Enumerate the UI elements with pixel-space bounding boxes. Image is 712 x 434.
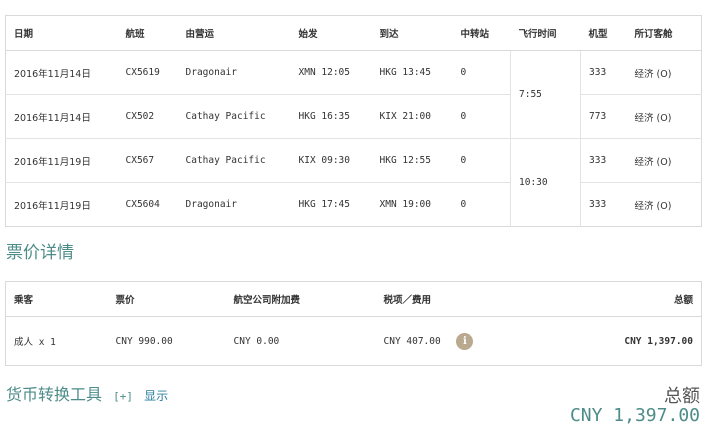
table-row: 成人 x 1 CNY 990.00 CNY 0.00 CNY 407.00 i … bbox=[6, 317, 702, 366]
flight-date: 2016年11月19日 bbox=[5, 138, 118, 183]
flight-operator: Dragonair bbox=[177, 182, 291, 227]
flight-summary-page: 日期 航班 由营运 始发 到达 中转站 飞行时间 机型 所订客舱 2016年11… bbox=[0, 0, 712, 434]
currency-converter-show-link[interactable]: 显示 bbox=[144, 389, 168, 403]
currency-converter-toggle[interactable]: [+] bbox=[113, 390, 133, 403]
flight-number-link[interactable]: CX502 bbox=[117, 94, 178, 139]
fare-details-title: 票价详情 bbox=[6, 243, 74, 263]
flight-cabin: 经济 (O) bbox=[626, 138, 702, 183]
flight-stops: 0 bbox=[452, 50, 511, 95]
header-duration: 飞行时间 bbox=[510, 15, 581, 51]
flight-stops: 0 bbox=[452, 182, 511, 227]
fare-passenger: 成人 x 1 bbox=[14, 337, 56, 348]
header-cabin: 所订客舱 bbox=[626, 15, 702, 51]
fare-table-header: 乘客 票价 航空公司附加费 税项／费用 总额 bbox=[5, 281, 702, 317]
flight-date: 2016年11月14日 bbox=[5, 94, 118, 139]
flight-departure: KIX 09:30 bbox=[290, 138, 372, 183]
flight-arrival: HKG 13:45 bbox=[371, 50, 453, 95]
flight-itinerary-table: 日期 航班 由营运 始发 到达 中转站 飞行时间 机型 所订客舱 2016年11… bbox=[5, 15, 702, 227]
flight-cabin: 经济 (O) bbox=[626, 182, 702, 227]
fare-details-table: 乘客 票价 航空公司附加费 税项／费用 总额 成人 x 1 CNY 990.00… bbox=[5, 281, 702, 366]
fare-taxes: CNY 407.00 bbox=[383, 335, 441, 347]
header-passenger: 乘客 bbox=[5, 281, 108, 317]
table-row: 2016年11月19日 CX567 Cathay Pacific KIX 09:… bbox=[5, 138, 702, 227]
flight-number-link[interactable]: CX567 bbox=[117, 138, 178, 183]
flight-date: 2016年11月19日 bbox=[5, 182, 118, 227]
flight-departure: XMN 12:05 bbox=[290, 50, 372, 95]
currency-converter: 货币转换工具 [+] 显示 bbox=[6, 381, 168, 405]
flight-number-link[interactable]: CX5619 bbox=[117, 50, 178, 95]
header-aircraft: 机型 bbox=[580, 15, 627, 51]
grand-total-value: CNY 1,397.00 bbox=[569, 405, 700, 426]
header-stops: 中转站 bbox=[452, 15, 511, 51]
flight-duration: 7:55 bbox=[510, 50, 581, 139]
header-surcharge: 航空公司附加费 bbox=[225, 281, 376, 317]
header-taxes: 税项／费用 bbox=[375, 281, 526, 317]
aircraft-link[interactable]: 333 bbox=[580, 138, 627, 183]
flight-arrival: HKG 12:55 bbox=[371, 138, 453, 183]
flight-date: 2016年11月14日 bbox=[5, 50, 118, 95]
flight-operator: Cathay Pacific bbox=[177, 94, 291, 139]
flight-cabin: 经济 (O) bbox=[626, 50, 702, 95]
flight-departure: HKG 17:45 bbox=[290, 182, 372, 227]
fare-taxes-cell: CNY 407.00 i bbox=[376, 317, 526, 366]
table-row: 2016年11月14日 CX502 Cathay Pacific HKG 16:… bbox=[5, 94, 702, 139]
flight-departure: HKG 16:35 bbox=[290, 94, 372, 139]
info-icon[interactable]: i bbox=[456, 332, 474, 350]
header-arrival: 到达 bbox=[371, 15, 453, 51]
flight-arrival: KIX 21:00 bbox=[371, 94, 453, 139]
aircraft-link[interactable]: 333 bbox=[580, 50, 627, 95]
header-departure: 始发 bbox=[290, 15, 372, 51]
flight-cabin: 经济 (O) bbox=[626, 94, 702, 139]
table-row: 2016年11月14日 CX5619 Dragonair XMN 12:05 H… bbox=[5, 50, 702, 139]
flight-operator: Cathay Pacific bbox=[177, 138, 291, 183]
flight-arrival: XMN 19:00 bbox=[371, 182, 453, 227]
flight-number-link[interactable]: CX5604 bbox=[117, 182, 178, 227]
currency-converter-label: 货币转换工具 bbox=[6, 385, 103, 404]
header-date: 日期 bbox=[5, 15, 118, 51]
aircraft-link[interactable]: 333 bbox=[580, 182, 627, 227]
fare-total: CNY 1,397.00 bbox=[624, 335, 693, 347]
fare-amount: CNY 990.00 bbox=[115, 335, 173, 347]
flight-stops: 0 bbox=[452, 138, 511, 183]
flight-stops: 0 bbox=[452, 94, 511, 139]
flight-operator: Dragonair bbox=[177, 50, 291, 95]
flight-table-header: 日期 航班 由营运 始发 到达 中转站 飞行时间 机型 所订客舱 bbox=[5, 15, 702, 51]
header-flight: 航班 bbox=[117, 15, 178, 51]
header-operated-by: 由营运 bbox=[177, 15, 291, 51]
aircraft-link[interactable]: 773 bbox=[580, 94, 627, 139]
header-total: 总额 bbox=[525, 281, 702, 317]
header-fare: 票价 bbox=[107, 281, 226, 317]
table-row: 2016年11月19日 CX5604 Dragonair HKG 17:45 X… bbox=[5, 182, 702, 227]
fare-surcharge: CNY 0.00 bbox=[233, 335, 280, 347]
flight-duration: 10:30 bbox=[510, 138, 581, 227]
